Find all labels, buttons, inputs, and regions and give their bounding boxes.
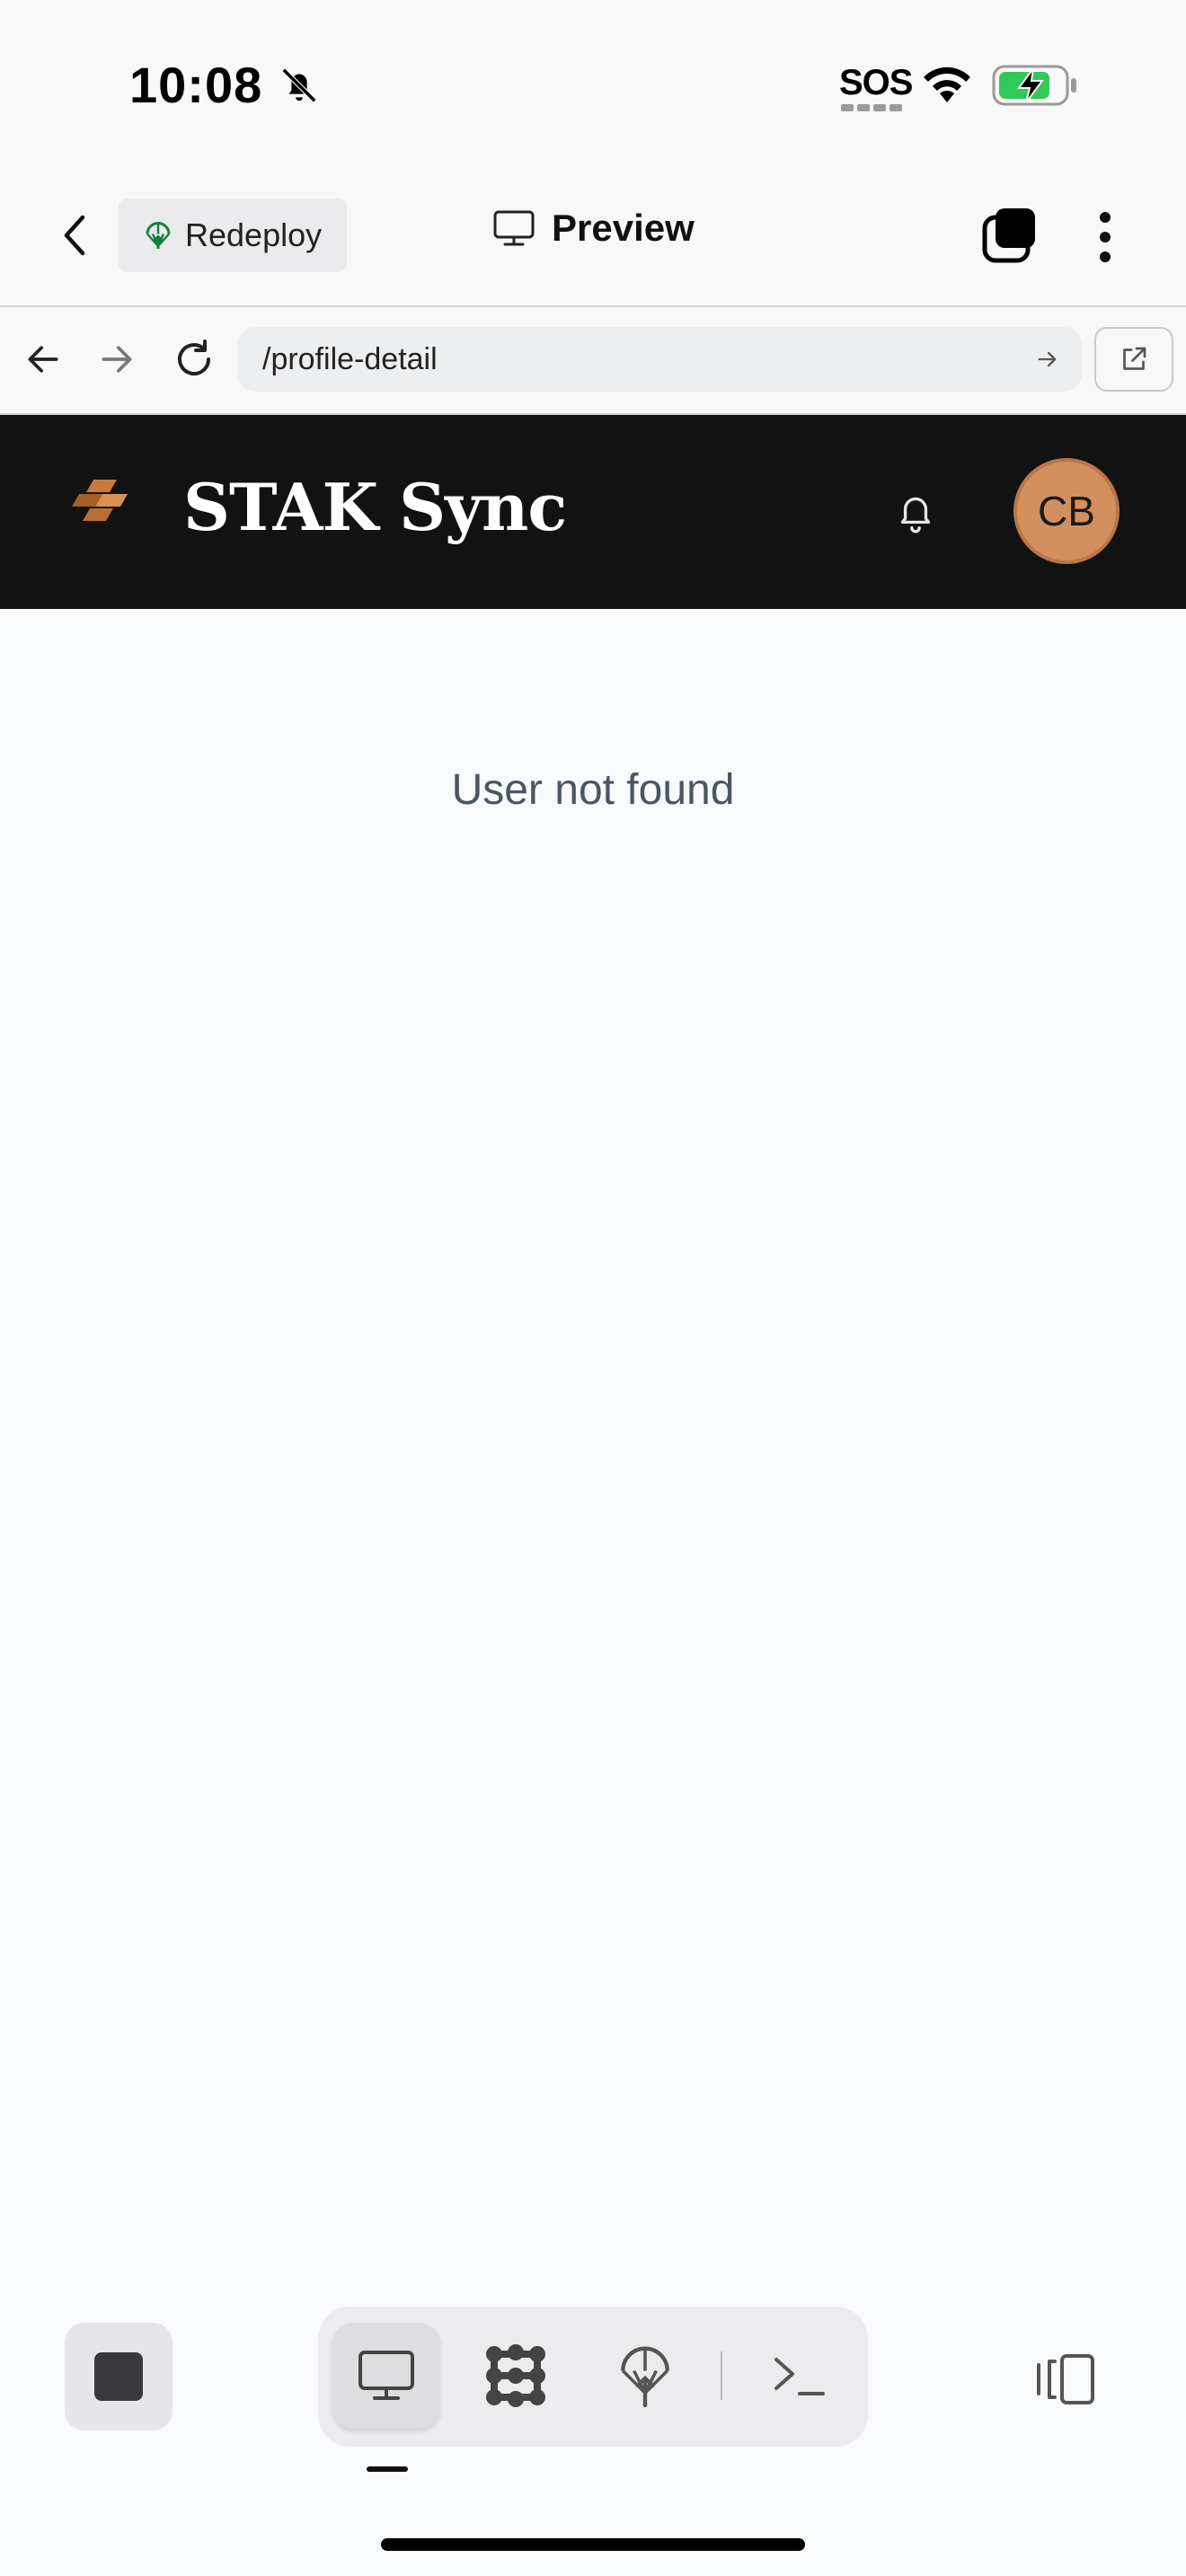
logo-icon[interactable] bbox=[70, 476, 135, 526]
arrow-right-icon[interactable] bbox=[97, 340, 137, 379]
deploy-icon bbox=[621, 2346, 669, 2408]
arrow-left-icon[interactable] bbox=[23, 340, 63, 379]
cluster-icon bbox=[486, 2344, 545, 2407]
active-tool-indicator bbox=[367, 2466, 408, 2472]
browser-bar: /profile-detail bbox=[0, 307, 1186, 416]
tool-cluster-button[interactable] bbox=[462, 2323, 570, 2429]
avatar-initials: CB bbox=[1038, 488, 1095, 534]
split-view-button[interactable] bbox=[1030, 2348, 1102, 2411]
tool-deploy-button[interactable] bbox=[591, 2323, 699, 2429]
home-indicator bbox=[381, 2538, 805, 2551]
monitor-icon bbox=[493, 210, 535, 246]
open-external-button[interactable] bbox=[1094, 327, 1173, 392]
more-vertical-icon[interactable] bbox=[1094, 208, 1116, 266]
signal-dots-icon bbox=[841, 104, 902, 111]
battery-charging-icon bbox=[992, 65, 1076, 106]
site-header: STAK Sync CB bbox=[0, 415, 1186, 609]
split-view-icon bbox=[1037, 2354, 1094, 2404]
status-bar: 10:08 SOS bbox=[0, 0, 1186, 171]
external-link-icon bbox=[1123, 347, 1146, 370]
app-bar: Redeploy Preview bbox=[0, 171, 1186, 307]
sos-label: SOS bbox=[839, 63, 913, 102]
redeploy-label: Redeploy bbox=[185, 216, 323, 253]
toolbar-divider bbox=[721, 2351, 722, 2400]
wifi-icon bbox=[924, 66, 970, 102]
page-title: Preview bbox=[492, 207, 695, 250]
stop-button[interactable] bbox=[65, 2323, 173, 2430]
status-time: 10:08 bbox=[129, 57, 263, 113]
chevron-left-icon[interactable] bbox=[56, 210, 95, 260]
avatar[interactable]: CB bbox=[1013, 458, 1120, 564]
go-arrow-icon[interactable] bbox=[1035, 347, 1060, 372]
url-field[interactable]: /profile-detail bbox=[237, 327, 1082, 392]
tool-preview-button[interactable] bbox=[332, 2323, 440, 2429]
bell-slash-icon bbox=[281, 67, 317, 103]
brand-name[interactable]: STAK Sync bbox=[183, 469, 567, 545]
empty-state-message: User not found bbox=[451, 766, 735, 814]
deploy-icon bbox=[146, 222, 171, 249]
terminal-icon bbox=[774, 2358, 825, 2395]
tool-group bbox=[318, 2307, 868, 2447]
url-text: /profile-detail bbox=[262, 341, 438, 376]
stop-icon bbox=[94, 2352, 143, 2401]
monitor-icon bbox=[358, 2351, 414, 2400]
tabs-icon[interactable] bbox=[981, 207, 1039, 264]
page-title-label: Preview bbox=[552, 207, 695, 249]
reload-icon[interactable] bbox=[173, 338, 216, 381]
bell-icon[interactable] bbox=[893, 489, 938, 537]
redeploy-button[interactable]: Redeploy bbox=[119, 198, 347, 272]
tool-terminal-button[interactable] bbox=[746, 2323, 854, 2429]
